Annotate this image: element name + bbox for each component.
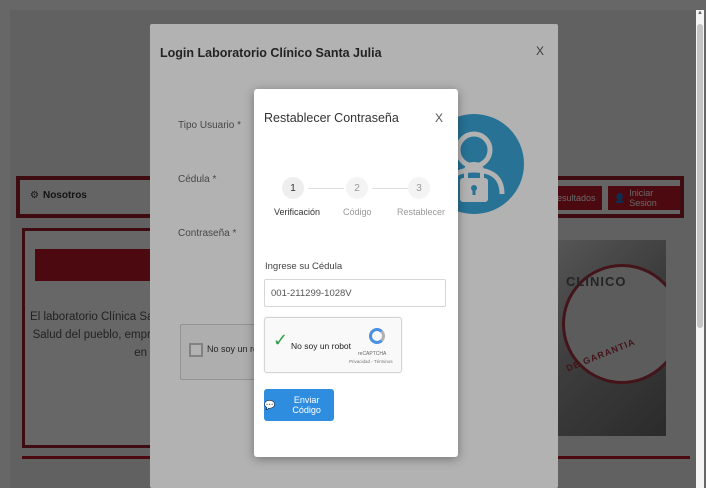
step-2-indicator: 2 (346, 177, 368, 199)
scroll-up-arrow-icon[interactable]: ▲ (697, 10, 703, 16)
reset-password-modal: Restablecer Contraseña X 1 2 3 Verificac… (254, 89, 458, 457)
step-2-label: Código (343, 207, 372, 217)
step-1-indicator: 1 (282, 177, 304, 199)
cedula-input[interactable] (264, 279, 446, 307)
page-scrollbar[interactable]: ▲ (696, 10, 704, 488)
recaptcha-widget[interactable]: ✓ No soy un robot reCAPTCHA Privacidad -… (264, 317, 402, 373)
cedula-input-label: Ingrese su Cédula (265, 261, 343, 272)
step-connector-1 (308, 188, 344, 189)
scrollbar-thumb[interactable] (697, 24, 703, 328)
send-code-button[interactable]: 💬 Enviar Código (264, 389, 334, 421)
reset-modal-title: Restablecer Contraseña (264, 111, 399, 125)
step-3-indicator: 3 (408, 177, 430, 199)
step-3-label: Restablecer (397, 207, 446, 217)
checkmark-icon: ✓ (273, 330, 289, 350)
step-1-label: Verificación (274, 207, 321, 217)
recaptcha-logo-icon (369, 328, 385, 344)
step-connector-2 (372, 188, 408, 189)
chat-bubble-icon: 💬 (264, 399, 276, 410)
reset-close-button[interactable]: X (435, 111, 443, 125)
